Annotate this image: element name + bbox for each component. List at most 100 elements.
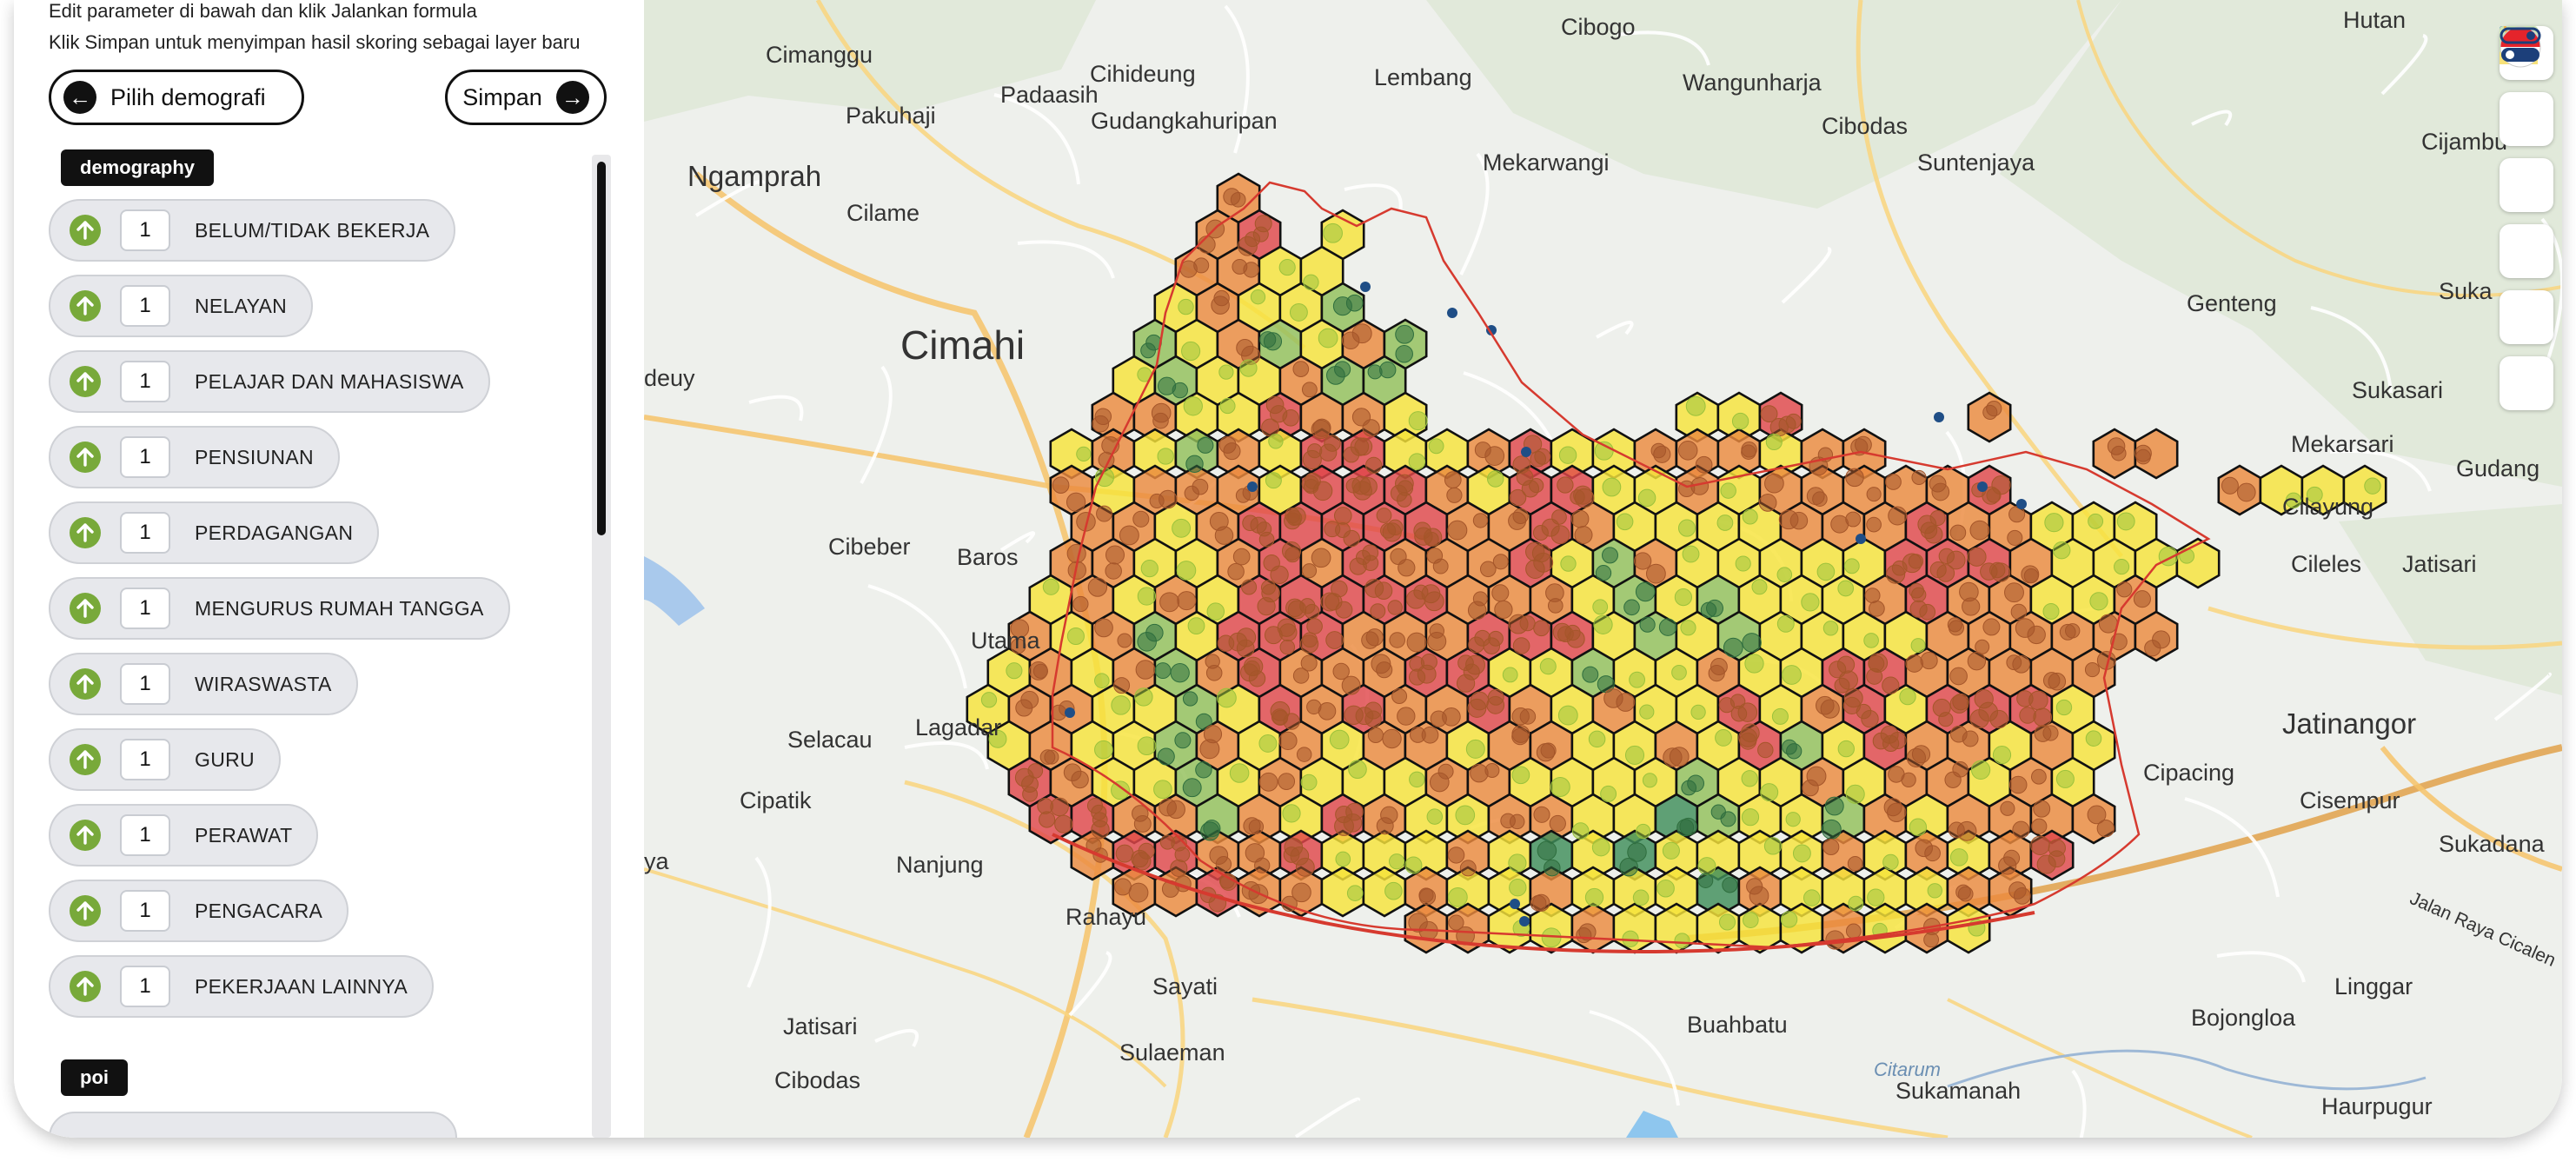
weight-input[interactable]: 1: [120, 890, 170, 932]
choose-demography-button[interactable]: ← Pilih demografi: [49, 70, 304, 125]
poi-dot: [1292, 361, 1310, 377]
measure-button[interactable]: [2500, 26, 2553, 146]
arrow-up-icon[interactable]: [70, 971, 101, 1002]
parameter-row[interactable]: 1 PENSIUNAN: [49, 426, 340, 488]
weight-input[interactable]: 1: [120, 663, 170, 705]
poi-dot: [1595, 565, 1612, 581]
poi-dot: [1550, 777, 1570, 797]
poi-dot: [1949, 667, 1968, 686]
poi-dot: [1820, 699, 1840, 719]
parameter-row[interactable]: 1 PEKERJAAN LAINNYA: [49, 955, 434, 1018]
weight-input[interactable]: 1: [120, 814, 170, 856]
poi-dot: [1424, 531, 1439, 547]
weight-input[interactable]: 1: [120, 361, 170, 402]
poi-dot: [1428, 438, 1444, 455]
poi-dot: [1782, 739, 1797, 755]
arrow-up-icon[interactable]: [70, 517, 101, 548]
poi-dot: [2116, 581, 2133, 598]
poi-dot: [1335, 522, 1351, 538]
place-label: Lagadar: [915, 714, 1002, 740]
poi-dot: [1302, 449, 1322, 469]
poi-dot: [1261, 418, 1280, 437]
poi-dot: [1593, 614, 1613, 634]
poi-dot: [2019, 707, 2036, 724]
arrow-up-icon[interactable]: [70, 290, 101, 322]
arrow-up-icon[interactable]: [70, 744, 101, 775]
poi-dot: [1378, 361, 1397, 379]
scrollbar[interactable]: [592, 155, 611, 1138]
parameter-row[interactable]: 1 PENGACARA: [49, 880, 349, 942]
poi-dot: [1806, 766, 1827, 787]
weight-input[interactable]: 1: [120, 966, 170, 1007]
poi-dot: [1457, 654, 1474, 672]
arrow-up-icon[interactable]: [70, 820, 101, 851]
map-view[interactable]: Cibogo Hutan Cimanggu Cihideung Lembang Wangu…: [644, 0, 2562, 1138]
scrollbar-thumb[interactable]: [597, 162, 606, 535]
weight-input[interactable]: 1: [120, 588, 170, 629]
parameter-row[interactable]: [49, 1112, 457, 1138]
parameter-row[interactable]: 1 BELUM/TIDAK BEKERJA: [49, 199, 456, 262]
hex-cell[interactable]: [2175, 537, 2221, 589]
legend-button[interactable]: [2500, 29, 2553, 212]
parameter-row[interactable]: 1 MENGURUS RUMAH TANGGA: [49, 577, 510, 640]
poi-dot: [1285, 508, 1301, 524]
arrow-up-icon[interactable]: [70, 366, 101, 397]
parameter-row[interactable]: 1 PELAJAR DAN MAHASISWA: [49, 350, 490, 413]
poi-dot: [1508, 614, 1529, 634]
parameter-row[interactable]: 1 NELAYAN: [49, 275, 314, 337]
parameter-row[interactable]: 1 PERDAGANGAN: [49, 501, 380, 564]
poi-dot: [1410, 727, 1426, 743]
parameter-row[interactable]: 1 WIRASWASTA: [49, 653, 358, 715]
poi-dot: [1866, 487, 1882, 502]
poi-dot: [1296, 747, 1312, 762]
poi-dot: [1306, 618, 1323, 634]
poi-dot: [1882, 853, 1899, 871]
poi-dot: [1054, 814, 1073, 833]
weight-input[interactable]: 1: [120, 739, 170, 780]
weight-input[interactable]: 1: [120, 285, 170, 327]
poi-dot: [1135, 660, 1156, 680]
basemap-button[interactable]: [2500, 26, 2553, 278]
poi-dot: [1929, 561, 1947, 579]
poi-dot: [1885, 474, 1902, 490]
arrow-up-icon[interactable]: [70, 442, 101, 473]
arrow-up-icon[interactable]: [70, 895, 101, 926]
boundary-point: [1447, 308, 1457, 318]
weight-input[interactable]: 1: [120, 209, 170, 251]
poi-dot: [1263, 332, 1283, 351]
boundary-point: [1510, 899, 1520, 909]
poi-dot: [1446, 487, 1463, 503]
arrow-up-icon[interactable]: [70, 593, 101, 624]
language-button[interactable]: [2500, 26, 2553, 344]
poi-dot: [1927, 883, 1943, 899]
poi-dot: [1193, 257, 1210, 274]
poi-dot: [1509, 488, 1527, 507]
poi-dot: [1532, 525, 1549, 541]
poi-dot: [1429, 772, 1450, 793]
save-button[interactable]: Simpan →: [445, 70, 607, 125]
poi-dot: [1157, 448, 1174, 465]
poi-dot: [1448, 886, 1468, 907]
poi-dot: [2027, 625, 2046, 645]
poi-dot: [1474, 629, 1491, 647]
poi-dot: [1072, 595, 1089, 613]
poi-dot: [1223, 188, 1241, 206]
poi-dot: [1270, 565, 1289, 585]
poi-dot: [1006, 662, 1023, 680]
minor-road: [860, 365, 893, 484]
poi-dot: [2042, 725, 2059, 741]
parameter-row[interactable]: 1 PERAWAT: [49, 804, 319, 867]
place-label: Sulaeman: [1119, 1039, 1225, 1066]
weight-input[interactable]: 1: [120, 436, 170, 478]
layer-toggle-button[interactable]: [2500, 27, 2553, 410]
arrow-up-icon[interactable]: [70, 668, 101, 700]
parameter-list[interactable]: demography 1 BELUM/TIDAK BEKERJA 1 NELAYAN 1 P…: [49, 149, 605, 1138]
poi-dot: [1096, 505, 1112, 522]
arrow-up-icon[interactable]: [70, 215, 101, 246]
hint-edit-text: Edit parameter di bawah dan klik Jalanka…: [49, 0, 477, 22]
poi-dot: [1682, 545, 1700, 563]
poi-dot: [1133, 814, 1152, 833]
poi-dot: [1157, 747, 1175, 766]
parameter-row[interactable]: 1 GURU: [49, 728, 281, 791]
weight-input[interactable]: 1: [120, 512, 170, 554]
